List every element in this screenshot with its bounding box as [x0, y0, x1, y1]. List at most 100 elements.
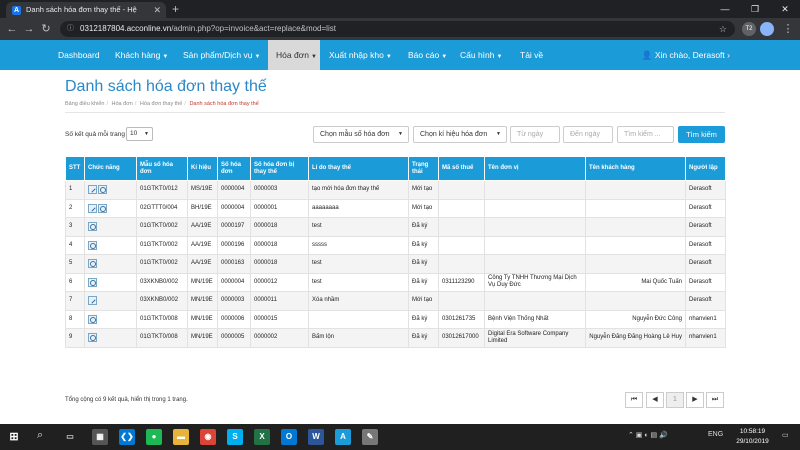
view-icon[interactable]: [88, 333, 97, 343]
edit-icon[interactable]: [88, 203, 97, 213]
page-1-button[interactable]: 1: [666, 392, 684, 408]
main-navbar: Dashboard Khách hàng ▼ Sản phẩm/Dịch vụ ▼ …: [0, 40, 800, 70]
calculator-icon[interactable]: ▦: [92, 429, 108, 445]
extension-icon[interactable]: T2: [742, 22, 756, 36]
invoice-symbol: AA/19E: [187, 235, 218, 255]
search-icon[interactable]: ⌕: [37, 429, 43, 442]
view-icon[interactable]: [98, 203, 107, 213]
nav-products[interactable]: Sản phẩm/Dịch vụ ▼: [175, 40, 268, 70]
menu-icon[interactable]: ⋮: [780, 21, 796, 37]
symbol-select[interactable]: Chọn kí hiệu hóa đơn ▼: [413, 126, 507, 143]
serial-select[interactable]: Chọn mẫu số hóa đơn ▼: [313, 126, 409, 143]
invoice-status: Đã ký: [408, 217, 439, 237]
table-row[interactable]: 9 01GTKT0/008 MN/19E 0000005 0000002 Bấm lộn Đ…: [65, 328, 726, 348]
app-a-icon[interactable]: A: [335, 429, 351, 445]
nav-dashboard[interactable]: Dashboard: [50, 40, 108, 70]
first-page-button[interactable]: ⏮: [625, 392, 643, 408]
table-row[interactable]: 2 02GTTT0/004 BH/19E 0000004 0000001 aaaaaaaa…: [65, 198, 726, 218]
nav-warehouse[interactable]: Xuất nhập kho ▼: [321, 40, 400, 70]
invoice-symbol: AA/19E: [187, 217, 218, 237]
minimize-icon[interactable]: —: [710, 0, 740, 18]
invoice-number: 0000004: [217, 198, 251, 218]
bookmark-star-icon[interactable]: ☆: [719, 21, 727, 37]
task-view-icon[interactable]: ▭: [62, 429, 78, 445]
nav-settings[interactable]: Cấu hình ▼: [452, 40, 510, 70]
user-menu[interactable]: 👤 Xin chào, Derasoft ›: [642, 40, 730, 70]
close-window-icon[interactable]: ✕: [770, 0, 800, 18]
view-icon[interactable]: [88, 277, 97, 287]
search-input[interactable]: Tìm kiếm ...: [617, 126, 674, 143]
unit-name: [484, 235, 586, 255]
breadcrumb-dashboard[interactable]: Bảng điều khiển: [65, 101, 104, 107]
nav-reports[interactable]: Báo cáo ▼: [400, 40, 455, 70]
close-tab-icon[interactable]: ✕: [153, 2, 161, 18]
notification-icon[interactable]: ▭: [782, 431, 789, 439]
language-indicator[interactable]: ENG: [708, 431, 723, 438]
edit-icon[interactable]: [88, 185, 97, 195]
next-page-button[interactable]: ▶: [686, 392, 704, 408]
view-icon[interactable]: [88, 222, 97, 232]
invoice-number: 0000006: [217, 309, 251, 329]
paint-icon[interactable]: ✎: [362, 429, 378, 445]
view-icon[interactable]: [88, 240, 97, 250]
restore-icon[interactable]: ❐: [740, 0, 770, 18]
windows-start-icon[interactable]: ⊞: [6, 429, 22, 445]
invoice-form: 01GTKT0/008: [136, 309, 188, 329]
table-row[interactable]: 4 01GTKT0/002 AA/19E 0000196 0000018 sssss Đã …: [65, 235, 726, 255]
new-tab-icon[interactable]: +: [172, 2, 179, 16]
column-header: Kí hiệu: [187, 156, 218, 181]
search-button[interactable]: Tìm kiếm: [678, 126, 725, 143]
to-date-input[interactable]: Đến ngày: [563, 126, 613, 143]
tray-icons[interactable]: ⌃ ▣ ◐ ▤ 🔊: [628, 431, 668, 439]
from-date-input[interactable]: Từ ngày: [510, 126, 560, 143]
excel-icon[interactable]: X: [254, 429, 270, 445]
table-row[interactable]: 3 01GTKT0/002 AA/19E 0000197 0000018 test Đã k…: [65, 217, 726, 237]
forward-icon[interactable]: →: [21, 21, 37, 37]
chevron-right-icon: ›: [727, 50, 730, 60]
table-row[interactable]: 7 03XKNB0/002 MN/19E 0000003 0000011 Xóa nhầm…: [65, 291, 726, 311]
table-row[interactable]: 5 01GTKT0/002 AA/19E 0000163 0000018 test Đã k…: [65, 254, 726, 274]
folder-icon[interactable]: ▬: [173, 429, 189, 445]
vscode-icon[interactable]: ❮❯: [119, 429, 135, 445]
customer-name: [585, 198, 686, 218]
clock[interactable]: 10:58:19 29/10/2019: [730, 427, 775, 447]
row-actions: [84, 217, 137, 237]
table-row[interactable]: 8 01GTKT0/008 MN/19E 0000006 0000015 Đã ký 030…: [65, 309, 726, 329]
view-icon[interactable]: [88, 259, 97, 269]
replace-reason: [308, 309, 409, 329]
outlook-icon[interactable]: O: [281, 429, 297, 445]
address-bar[interactable]: ⓘ 0312187804.acconline.vn/admin.php?op=i…: [60, 21, 735, 37]
chrome-icon[interactable]: ◉: [200, 429, 216, 445]
view-icon[interactable]: [98, 185, 107, 195]
nav-invoices[interactable]: Hóa đơn ▼: [268, 40, 320, 70]
table-row[interactable]: 6 03XKNB0/002 MN/19E 0000004 0000012 test Đã k…: [65, 272, 726, 292]
tax-code: [438, 180, 485, 200]
nav-customers[interactable]: Khách hàng ▼: [107, 40, 176, 70]
edit-icon[interactable]: [88, 296, 97, 306]
reload-icon[interactable]: ↻: [38, 21, 54, 37]
table-row[interactable]: 1 01GTKT0/012 MS/19E 0000004 0000003 tạo mới …: [65, 180, 726, 200]
breadcrumb-replace-invoices[interactable]: Hóa đơn thay thế: [140, 101, 182, 107]
profile-icon[interactable]: [760, 22, 774, 36]
word-icon[interactable]: W: [308, 429, 324, 445]
skype-icon[interactable]: S: [227, 429, 243, 445]
invoice-number: 0000004: [217, 272, 251, 292]
row-actions: [84, 291, 137, 311]
nav-downloads[interactable]: Tải về: [512, 40, 551, 70]
invoice-status: Đã ký: [408, 328, 439, 348]
browser-tab[interactable]: A Danh sách hóa đơn thay thế - Hệ ✕: [6, 2, 166, 18]
row-actions: [84, 309, 137, 329]
spotify-icon[interactable]: ●: [146, 429, 162, 445]
prev-page-button[interactable]: ◀: [646, 392, 664, 408]
breadcrumb-invoices[interactable]: Hóa đơn: [112, 101, 133, 107]
view-icon[interactable]: [88, 314, 97, 324]
last-page-button[interactable]: ⏭: [706, 392, 724, 408]
creator: Derasoft: [685, 272, 726, 292]
app-favicon-icon: A: [12, 6, 21, 15]
perpage-select[interactable]: 10 ▼: [126, 127, 153, 141]
back-icon[interactable]: ←: [4, 21, 20, 37]
creator: nhanvien1: [685, 309, 726, 329]
info-icon[interactable]: ⓘ: [67, 21, 74, 37]
invoice-status: Mới tạo: [408, 198, 439, 218]
invoice-symbol: AA/19E: [187, 254, 218, 274]
